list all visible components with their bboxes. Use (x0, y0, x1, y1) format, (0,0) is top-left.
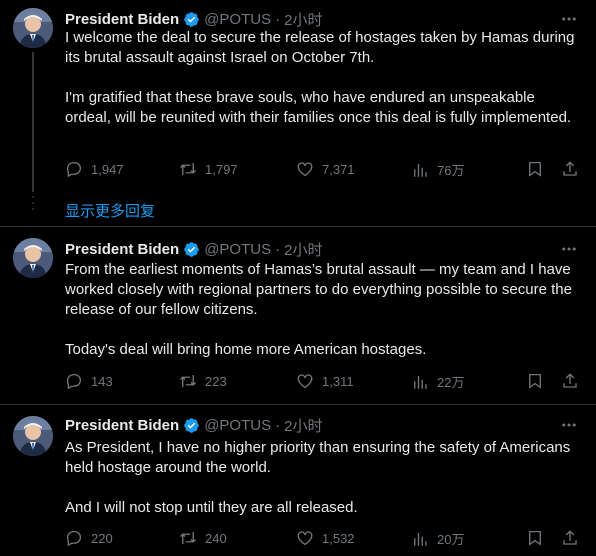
tweet-3[interactable]: President Biden @POTUS · 2小时 As Presiden… (0, 414, 596, 556)
more-icon[interactable] (560, 416, 578, 434)
avatar[interactable] (13, 416, 53, 456)
divider (0, 404, 596, 405)
repost-icon (180, 163, 196, 175)
like-icon (297, 374, 313, 389)
tweet-actions: 143 223 1,311 22万 (65, 372, 580, 394)
views-count: 20万 (437, 532, 465, 547)
author-handle[interactable]: @POTUS (204, 241, 271, 258)
tweet-paragraph: As President, I have no higher priority … (65, 439, 571, 476)
more-icon[interactable] (560, 10, 578, 28)
like-count: 1,532 (322, 530, 355, 546)
views-button[interactable]: 76万 (411, 160, 464, 179)
author-handle[interactable]: @POTUS (204, 417, 271, 434)
share-button[interactable] (561, 372, 579, 390)
divider (0, 226, 596, 227)
tweet-paragraph: I'm gratified that these brave souls, wh… (65, 89, 572, 126)
tweet-1[interactable]: President Biden @POTUS · 2小时 I welcome t… (0, 8, 596, 192)
like-button[interactable]: 7,371 (296, 160, 355, 178)
reply-count: 143 (91, 373, 113, 389)
repost-button[interactable]: 1,797 (179, 160, 238, 178)
timestamp[interactable]: 2小时 (284, 239, 322, 260)
tweet-paragraph: I welcome the deal to secure the release… (65, 29, 575, 66)
reply-count: 220 (91, 530, 113, 546)
show-more-replies-link[interactable]: 显示更多回复 (65, 200, 155, 221)
views-count: 76万 (437, 163, 465, 178)
share-icon (563, 373, 577, 388)
author-name[interactable]: President Biden (65, 11, 179, 28)
reply-icon (66, 373, 82, 390)
author-name[interactable]: President Biden (65, 241, 179, 258)
tweet-text: I welcome the deal to secure the release… (65, 28, 575, 128)
tweet-header: President Biden @POTUS · 2小时 (65, 414, 322, 436)
bookmark-icon (529, 530, 541, 546)
reply-icon (66, 530, 82, 547)
views-icon (414, 532, 427, 546)
separator-dot: · (275, 240, 281, 258)
more-icon[interactable] (560, 240, 578, 258)
repost-count: 1,797 (205, 161, 238, 177)
repost-icon (180, 375, 196, 387)
avatar[interactable] (13, 238, 53, 278)
reply-button[interactable]: 220 (65, 529, 113, 547)
timestamp[interactable]: 2小时 (284, 9, 322, 30)
reply-icon (66, 161, 82, 178)
tweet-paragraph: From the earliest moments of Hamas’s bru… (65, 261, 572, 318)
tweet-text: As President, I have no higher priority … (65, 438, 575, 518)
timestamp[interactable]: 2小时 (284, 415, 322, 436)
like-button[interactable]: 1,311 (296, 372, 354, 390)
bookmark-button[interactable] (526, 372, 544, 390)
tweet-paragraph: And I will not stop until they are all r… (65, 499, 358, 516)
bookmark-button[interactable] (526, 529, 544, 547)
views-count: 22万 (437, 375, 465, 390)
verified-badge-icon (183, 241, 200, 258)
tweet-2[interactable]: President Biden @POTUS · 2小时 From the ea… (0, 238, 596, 398)
author-handle[interactable]: @POTUS (204, 11, 271, 28)
tweet-actions: 220 240 1,532 20万 (65, 529, 580, 551)
views-icon (414, 163, 427, 177)
repost-button[interactable]: 223 (179, 372, 227, 390)
repost-count: 240 (205, 530, 227, 546)
tweet-header: President Biden @POTUS · 2小时 (65, 238, 322, 260)
like-icon (297, 531, 313, 546)
views-button[interactable]: 20万 (411, 529, 464, 548)
bookmark-button[interactable] (526, 160, 544, 178)
repost-icon (180, 532, 196, 544)
thread-gap-dots (32, 196, 34, 216)
thread-line (32, 52, 34, 192)
reply-button[interactable]: 1,947 (65, 160, 124, 178)
views-button[interactable]: 22万 (411, 372, 464, 391)
views-icon (414, 375, 427, 389)
reply-count: 1,947 (91, 161, 124, 177)
verified-badge-icon (183, 417, 200, 434)
separator-dot: · (275, 10, 281, 28)
like-count: 7,371 (322, 161, 355, 177)
avatar[interactable] (13, 8, 53, 48)
tweet-actions: 1,947 1,797 7,371 76万 (65, 160, 580, 182)
bookmark-icon (529, 161, 541, 177)
separator-dot: · (275, 416, 281, 434)
repost-button[interactable]: 240 (179, 529, 227, 547)
share-button[interactable] (561, 529, 579, 547)
bookmark-icon (529, 373, 541, 389)
repost-count: 223 (205, 373, 227, 389)
like-count: 1,311 (322, 373, 354, 389)
like-button[interactable]: 1,532 (296, 529, 355, 547)
tweet-text: From the earliest moments of Hamas’s bru… (65, 260, 575, 360)
share-icon (563, 161, 577, 176)
share-button[interactable] (561, 160, 579, 178)
like-icon (297, 162, 313, 177)
author-name[interactable]: President Biden (65, 417, 179, 434)
verified-badge-icon (183, 11, 200, 28)
tweet-paragraph: Today's deal will bring home more Americ… (65, 341, 427, 358)
share-icon (563, 530, 577, 545)
tweet-header: President Biden @POTUS · 2小时 (65, 8, 322, 30)
reply-button[interactable]: 143 (65, 372, 113, 390)
